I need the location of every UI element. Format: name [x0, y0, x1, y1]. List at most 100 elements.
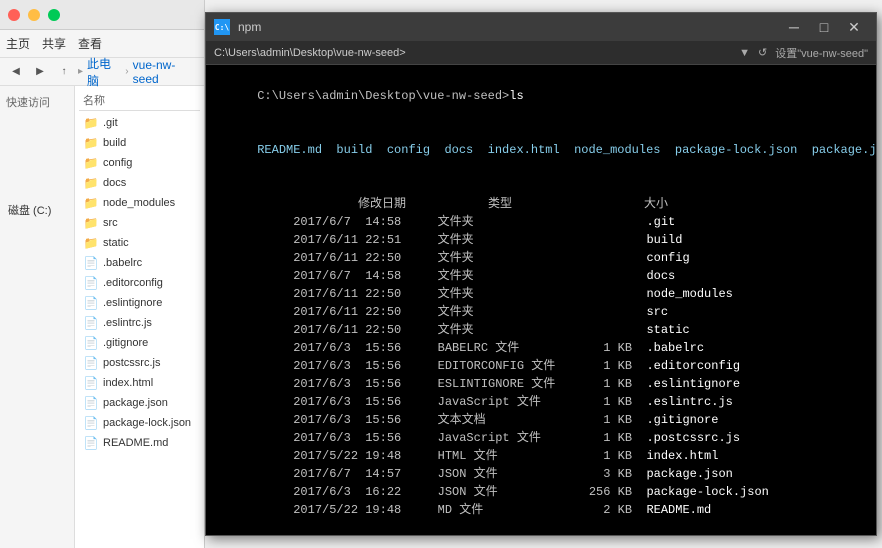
list-item[interactable]: 📄 postcssrc.js	[79, 353, 200, 373]
list-item[interactable]: 📄 index.html	[79, 373, 200, 393]
cmd-close-button[interactable]: ✕	[840, 17, 868, 37]
list-item[interactable]: 📄 .eslintignore	[79, 293, 200, 313]
up-arrow[interactable]: ↑	[54, 62, 74, 82]
cmd-icon: C:\	[214, 19, 230, 35]
explorer-content: 快速访问 磁盘 (C:) 名称 📁 .git 📁 build 📁 config	[0, 86, 204, 548]
forward-arrow[interactable]: ▶	[30, 62, 50, 82]
cmd-dir-entry: 2017/6/7 14:57 JSON 文件 3 KB package.json	[214, 465, 868, 483]
cmd-maximize-button[interactable]: □	[810, 17, 838, 37]
file-name: .eslintignore	[103, 297, 162, 309]
list-item[interactable]: 📄 README.md	[79, 433, 200, 453]
cmd-refresh-action[interactable]: ↺	[758, 46, 767, 59]
file-name: .gitignore	[103, 337, 148, 349]
cmd-line: C:\Users\admin\Desktop\vue-nw-seed>npm r…	[214, 519, 868, 535]
path-item-root[interactable]: 此电脑	[87, 55, 121, 89]
explorer-titlebar	[0, 0, 204, 30]
file-icon: 📄	[83, 255, 99, 271]
cmd-line: C:\Users\admin\Desktop\vue-nw-seed>ls	[214, 69, 868, 123]
file-name: package.json	[103, 397, 168, 409]
back-arrow[interactable]: ◀	[6, 62, 26, 82]
cmd-dir-entry: 2017/6/3 15:56 BABELRC 文件 1 KB .babelrc	[214, 339, 868, 357]
file-name: postcssrc.js	[103, 357, 160, 369]
file-name: .eslintrc.js	[103, 317, 152, 329]
toolbar-view[interactable]: 查看	[78, 35, 102, 52]
cmd-dir-entry: 2017/6/11 22:51 文件夹 build	[214, 231, 868, 249]
cmd-icon-text: C:\	[215, 23, 229, 32]
cmd-dir-entry: 2017/5/22 19:48 MD 文件 2 KB README.md	[214, 501, 868, 519]
cmd-prompt: C:\Users\admin\Desktop\vue-nw-seed>	[257, 89, 509, 103]
cmd-minimize-button[interactable]: ─	[780, 17, 808, 37]
folder-icon: 📁	[83, 235, 99, 251]
cmd-dir-header: 修改日期类型大小	[214, 195, 868, 213]
list-item[interactable]: 📁 node_modules	[79, 193, 200, 213]
list-item[interactable]: 📁 static	[79, 233, 200, 253]
cmd-dir-entry: 2017/6/3 15:56 ESLINTIGNORE 文件 1 KB .esl…	[214, 375, 868, 393]
drive-c[interactable]: 磁盘 (C:)	[4, 200, 70, 220]
file-panel: 名称 📁 .git 📁 build 📁 config 📁 docs 📁 no	[75, 86, 204, 548]
file-name: README.md	[103, 437, 168, 449]
cmd-dir-entry: 2017/6/11 22:50 文件夹 static	[214, 321, 868, 339]
folder-icon: 📁	[83, 175, 99, 191]
cmd-settings-action[interactable]: 设置"vue-nw-seed"	[775, 45, 868, 61]
folder-icon: 📁	[83, 215, 99, 231]
list-item[interactable]: 📄 .editorconfig	[79, 273, 200, 293]
cmd-titlebar: C:\ npm ─ □ ✕	[206, 13, 876, 41]
file-name: .babelrc	[103, 257, 142, 269]
cmd-path-bar: C:\Users\admin\Desktop\vue-nw-seed> ▼ ↺ …	[206, 41, 876, 65]
json-icon: 📄	[83, 415, 99, 431]
list-item[interactable]: 📄 package.json	[79, 393, 200, 413]
folder-icon: 📁	[83, 155, 99, 171]
cmd-dir-entry: 2017/5/22 19:48 HTML 文件 1 KB index.html	[214, 447, 868, 465]
path-sep-1: ›	[125, 66, 128, 77]
cmd-line: README.md build config docs index.html n…	[214, 123, 868, 177]
file-name: index.html	[103, 377, 153, 389]
cmd-dir-entry: 2017/6/3 15:56 文本文档 1 KB .gitignore	[214, 411, 868, 429]
file-name: config	[103, 157, 132, 169]
maximize-button[interactable]	[48, 9, 60, 21]
nav-path: ▸ 此电脑 › vue-nw-seed	[78, 55, 198, 89]
js-icon: 📄	[83, 355, 99, 371]
file-name: .editorconfig	[103, 277, 163, 289]
file-name: docs	[103, 177, 126, 189]
file-name: build	[103, 137, 126, 149]
list-item[interactable]: 📄 .babelrc	[79, 253, 200, 273]
cmd-path-text: C:\Users\admin\Desktop\vue-nw-seed>	[214, 47, 739, 59]
list-item[interactable]: 📁 .git	[79, 113, 200, 133]
file-name: src	[103, 217, 118, 229]
cmd-dir-entry: 2017/6/11 22:50 文件夹 src	[214, 303, 868, 321]
js-icon: 📄	[83, 315, 99, 331]
close-button[interactable]	[8, 9, 20, 21]
folder-icon: 📁	[83, 135, 99, 151]
sidebar-panel: 快速访问 磁盘 (C:)	[0, 86, 75, 548]
file-icon: 📄	[83, 275, 99, 291]
cmd-title: npm	[238, 20, 772, 34]
list-item[interactable]: 📁 config	[79, 153, 200, 173]
cmd-dir-entry: 2017/6/7 14:58 文件夹 docs	[214, 267, 868, 285]
list-item[interactable]: 📁 src	[79, 213, 200, 233]
list-item[interactable]: 📄 .eslintrc.js	[79, 313, 200, 333]
cmd-dir-entry: 2017/6/11 22:50 文件夹 config	[214, 249, 868, 267]
list-item[interactable]: 📄 package-lock.json	[79, 413, 200, 433]
json-icon: 📄	[83, 395, 99, 411]
toolbar-share[interactable]: 共享	[42, 35, 66, 52]
cmd-blank-line	[214, 177, 868, 195]
file-name: node_modules	[103, 197, 175, 209]
file-name: static	[103, 237, 129, 249]
path-item-current[interactable]: vue-nw-seed	[133, 58, 198, 86]
cmd-body[interactable]: C:\Users\admin\Desktop\vue-nw-seed>ls RE…	[206, 65, 876, 535]
file-icon: 📄	[83, 295, 99, 311]
toolbar-home[interactable]: 主页	[6, 35, 30, 52]
cmd-dir-entry: 2017/6/3 16:22 JSON 文件 256 KB package-lo…	[214, 483, 868, 501]
list-item[interactable]: 📁 docs	[79, 173, 200, 193]
explorer-window: 主页 共享 查看 ◀ ▶ ↑ ▸ 此电脑 › vue-nw-seed 快速访问 …	[0, 0, 205, 548]
cmd-dir-entry: 2017/6/3 15:56 JavaScript 文件 1 KB .eslin…	[214, 393, 868, 411]
ls-output: README.md build config docs index.html n…	[257, 143, 876, 157]
minimize-button[interactable]	[28, 9, 40, 21]
folder-icon: 📁	[83, 115, 99, 131]
cmd-window: C:\ npm ─ □ ✕ C:\Users\admin\Desktop\vue…	[205, 12, 877, 536]
list-item[interactable]: 📄 .gitignore	[79, 333, 200, 353]
cmd-dropdown-action[interactable]: ▼	[739, 47, 750, 59]
list-item[interactable]: 📁 build	[79, 133, 200, 153]
path-separator: ▸	[78, 66, 83, 77]
explorer-nav: ◀ ▶ ↑ ▸ 此电脑 › vue-nw-seed	[0, 58, 204, 86]
